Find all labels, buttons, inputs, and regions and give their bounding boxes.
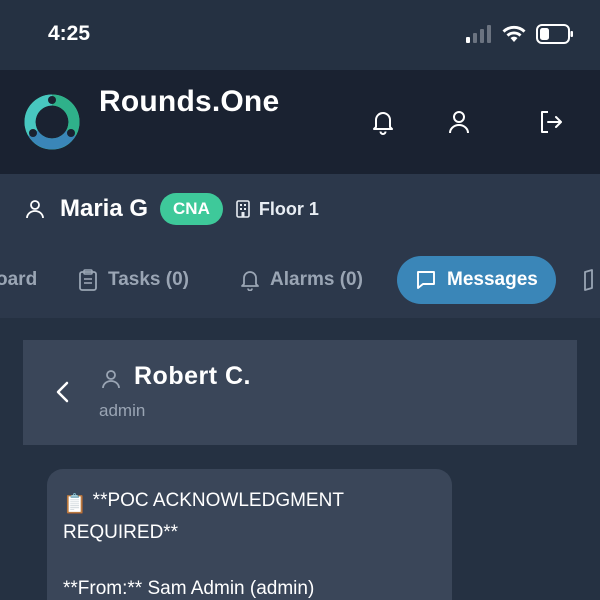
message-bubble[interactable]: 📋 **POC ACKNOWLEDGMENT REQUIRED** **From:… [47, 469, 452, 600]
building-icon [236, 200, 250, 218]
tab-bar: oard Tasks (0) Alarms (0) Messages [0, 256, 600, 304]
back-button[interactable] [51, 380, 75, 404]
logo-icon [24, 94, 80, 150]
tab-messages-label: Messages [447, 269, 538, 290]
tab-dashboard[interactable]: oard [0, 256, 37, 304]
clipboard-emoji-icon: 📋 [63, 494, 87, 515]
tab-alarms[interactable]: Alarms (0) [240, 256, 363, 304]
contact-user-icon [102, 370, 120, 389]
signal-icon [466, 25, 491, 43]
user-icon[interactable] [445, 108, 473, 136]
user-bar: Maria G CNA Floor 1 oard Tasks (0) Alarm… [0, 174, 600, 318]
clipboard-icon [79, 269, 97, 291]
user-info: Maria G CNA Floor 1 [24, 192, 319, 226]
status-time: 4:25 [48, 22, 91, 45]
tab-messages[interactable]: Messages [397, 256, 556, 304]
floor-text: Floor 1 [258, 198, 319, 219]
tab-more[interactable] [583, 256, 600, 304]
contact-name: Robert C. [134, 362, 251, 390]
battery-icon [536, 24, 573, 44]
message-text-line4: **From:** Sam Admin (admin) [63, 578, 315, 599]
tab-tasks-label: Tasks (0) [108, 269, 189, 290]
message-text-line3 [63, 547, 436, 575]
bell-icon[interactable] [369, 108, 397, 136]
message-line: 📋 **POC ACKNOWLEDGMENT [63, 487, 436, 519]
tab-alarms-label: Alarms (0) [270, 269, 363, 290]
book-icon [584, 269, 593, 291]
contact-role: admin [99, 401, 146, 420]
message-text-line2: REQUIRED** [63, 522, 179, 543]
status-bar: 4:25 [0, 0, 600, 70]
logout-icon[interactable] [537, 108, 565, 136]
bell-icon [241, 271, 259, 291]
tab-tasks[interactable]: Tasks (0) [78, 256, 189, 304]
user-name: Maria G [60, 195, 149, 222]
user-icon [26, 200, 44, 219]
app-title: Rounds.One [99, 85, 280, 118]
message-icon [417, 271, 435, 289]
status-icons [466, 24, 574, 44]
message-text-line1: **POC ACKNOWLEDGMENT [92, 490, 344, 511]
tab-dashboard-label: oard [0, 269, 38, 290]
wifi-icon [502, 25, 526, 42]
floor-label: Floor 1 [235, 199, 319, 220]
role-badge: CNA [160, 193, 223, 225]
app-header [0, 70, 600, 174]
chat-header: Robert C. admin [23, 340, 577, 445]
